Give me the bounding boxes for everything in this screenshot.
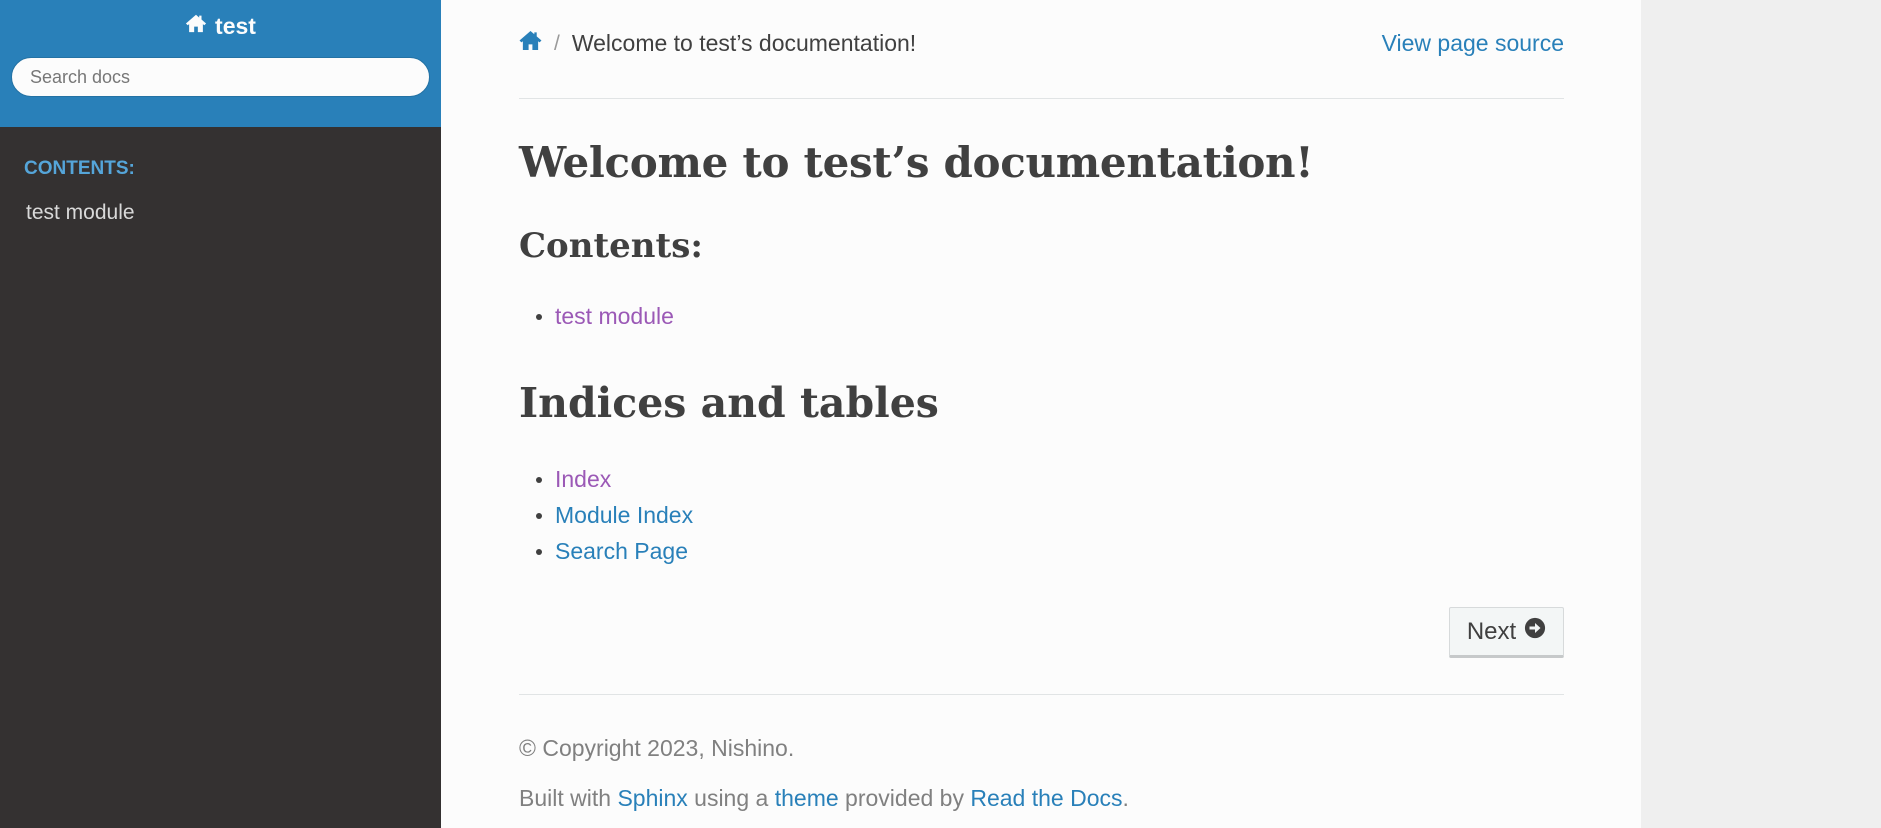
sidebar-caption: Contents:: [24, 158, 135, 179]
theme-link[interactable]: theme: [775, 785, 839, 811]
built-with-text: Built with: [519, 785, 612, 811]
breadcrumb-home-icon[interactable]: [519, 30, 554, 57]
next-label: Next: [1466, 617, 1517, 645]
project-home-link[interactable]: test: [185, 12, 256, 40]
breadcrumb-separator: /: [554, 31, 560, 55]
breadcrumb-current: Welcome to test’s documentation!: [571, 30, 917, 56]
indices-heading: Indices and tables: [519, 379, 939, 427]
search-page-link[interactable]: Search Page: [555, 538, 688, 564]
breadcrumb: / Welcome to test’s documentation! View …: [519, 30, 1564, 57]
contents-list: test module: [519, 298, 674, 334]
project-name: test: [215, 12, 256, 39]
search-input[interactable]: [11, 57, 430, 97]
provided-by-text: provided by: [845, 785, 964, 811]
footer-divider: [519, 694, 1564, 695]
module-index-link[interactable]: Module Index: [555, 502, 693, 528]
list-item: Index: [519, 461, 693, 497]
read-the-docs-link[interactable]: Read the Docs: [970, 785, 1122, 811]
period-text: .: [1122, 785, 1129, 811]
indices-list: Index Module Index Search Page: [519, 461, 693, 569]
index-link[interactable]: Index: [555, 466, 611, 492]
content-panel: / Welcome to test’s documentation! View …: [441, 0, 1641, 828]
sidebar-item-test-module[interactable]: test module: [26, 201, 441, 225]
view-page-source-link[interactable]: View page source: [1382, 30, 1564, 57]
sidebar: test Contents: test module: [0, 0, 441, 828]
document: / Welcome to test’s documentation! View …: [519, 0, 1564, 828]
search-form: [0, 57, 441, 97]
next-button[interactable]: Next: [1449, 607, 1564, 658]
header-divider: [519, 98, 1564, 99]
list-item: Search Page: [519, 533, 693, 569]
sidebar-header: test: [0, 0, 441, 127]
built-with-line: Built with Sphinx using a theme provided…: [519, 785, 1129, 812]
home-icon: [185, 12, 207, 40]
contents-heading: Contents:: [519, 226, 703, 266]
sphinx-link[interactable]: Sphinx: [617, 785, 687, 811]
list-item: Module Index: [519, 497, 693, 533]
circle-arrow-right-icon: [1524, 617, 1546, 646]
using-a-text: using a: [694, 785, 769, 811]
list-item: test module: [519, 298, 674, 334]
copyright: © Copyright 2023, Nishino.: [519, 735, 795, 761]
contents-link-test-module[interactable]: test module: [555, 303, 674, 329]
page-title: Welcome to test’s documentation!: [519, 138, 1314, 187]
